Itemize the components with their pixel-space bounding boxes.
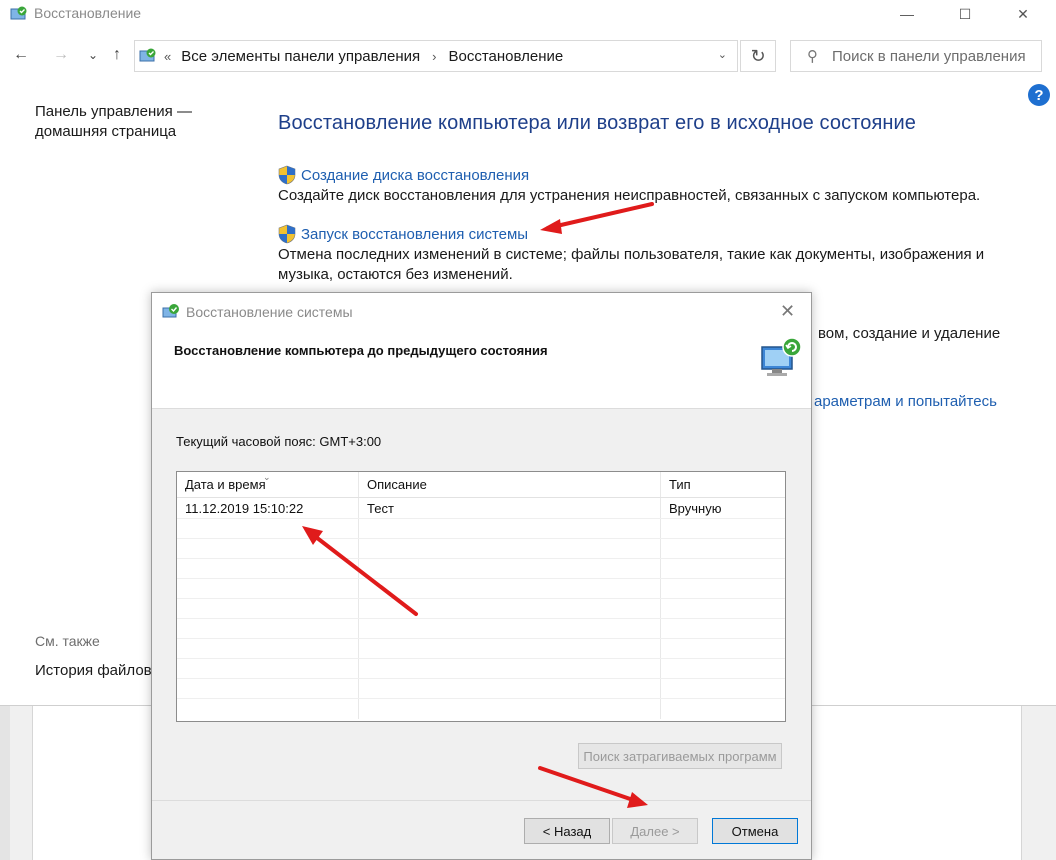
find-affected-programs-button[interactable]: Поиск затрагиваемых программ bbox=[578, 743, 782, 769]
table-row[interactable]: 11.12.2019 15:10:22 Тест Вручную bbox=[177, 498, 785, 519]
breadcrumb-recovery[interactable]: Восстановление bbox=[448, 48, 563, 65]
document-ruler bbox=[0, 706, 10, 860]
dialog-subtitle: Восстановление компьютера до предыдущего… bbox=[174, 343, 548, 358]
search-input[interactable]: ⚲ Поиск в панели управления bbox=[790, 40, 1042, 72]
dialog-title: Восстановление системы bbox=[186, 304, 353, 320]
window-title: Восстановление bbox=[34, 5, 142, 21]
help-icon[interactable]: ? bbox=[1028, 84, 1050, 106]
system-restore-icon bbox=[162, 304, 179, 318]
system-restore-desc-line2: музыка, остаются без изменений. bbox=[278, 266, 513, 283]
forward-arrow-icon[interactable]: → bbox=[48, 42, 74, 68]
empty-row bbox=[177, 619, 785, 639]
address-bar[interactable]: « Все элементы панели управления › Восст… bbox=[134, 40, 738, 72]
recovery-app-icon bbox=[10, 6, 27, 20]
column-header-type[interactable]: Тип bbox=[661, 472, 781, 497]
configure-restore-desc-partial: вом, создание и удаление bbox=[818, 325, 1001, 342]
empty-row bbox=[177, 579, 785, 599]
back-arrow-icon[interactable]: ← bbox=[8, 42, 34, 68]
reset-pc-link-partial[interactable]: араметрам и попытайтесь bbox=[814, 392, 997, 412]
sort-indicator-icon: ⌄ bbox=[263, 472, 271, 482]
control-panel-home-link[interactable]: Панель управления — домашняя страница bbox=[35, 102, 215, 142]
navigation-bar: ← → ⌄ ↑ « Все элементы панели управления… bbox=[0, 36, 1056, 76]
empty-row bbox=[177, 679, 785, 699]
close-button[interactable]: ✕ bbox=[1000, 0, 1046, 28]
empty-row bbox=[177, 519, 785, 539]
create-recovery-drive-desc: Создайте диск восстановления для устране… bbox=[278, 187, 981, 204]
dialog-header: Восстановление системы ✕ Восстановление … bbox=[152, 293, 811, 409]
uac-shield-icon bbox=[278, 224, 296, 244]
system-restore-dialog: Восстановление системы ✕ Восстановление … bbox=[151, 292, 812, 860]
empty-row bbox=[177, 559, 785, 579]
restore-point-date: 11.12.2019 15:10:22 bbox=[177, 498, 359, 518]
search-icon: ⚲ bbox=[807, 48, 818, 65]
empty-row bbox=[177, 539, 785, 559]
maximize-button[interactable]: ☐ bbox=[942, 0, 988, 28]
address-overflow-icon[interactable]: « bbox=[164, 49, 171, 64]
uac-shield-icon bbox=[278, 165, 296, 185]
breadcrumb-all-items[interactable]: Все элементы панели управления bbox=[181, 48, 420, 65]
cancel-button[interactable]: Отмена bbox=[712, 818, 798, 844]
create-recovery-drive-label: Создание диска восстановления bbox=[301, 166, 530, 184]
refresh-icon[interactable]: ↻ bbox=[740, 40, 776, 72]
see-also-label: См. также bbox=[35, 633, 100, 649]
timezone-label: Текущий часовой пояс: GMT+3:00 bbox=[176, 434, 382, 449]
open-system-restore-label: Запуск восстановления системы bbox=[301, 225, 529, 243]
empty-row bbox=[177, 659, 785, 679]
open-system-restore-link[interactable]: Запуск восстановления системы bbox=[278, 224, 528, 244]
empty-row bbox=[177, 599, 785, 619]
column-header-description[interactable]: Описание bbox=[359, 472, 661, 497]
next-button[interactable]: Далее > bbox=[612, 818, 698, 844]
page-title: Восстановление компьютера или возврат ег… bbox=[278, 112, 917, 134]
table-header: Дата и время ⌄ Описание Тип bbox=[177, 472, 785, 498]
back-button[interactable]: < Назад bbox=[524, 818, 610, 844]
search-placeholder: Поиск в панели управления bbox=[832, 47, 1026, 65]
control-panel-icon bbox=[139, 48, 156, 62]
address-dropdown-icon[interactable]: ⌄ bbox=[718, 48, 727, 61]
create-recovery-drive-link[interactable]: Создание диска восстановления bbox=[278, 165, 529, 185]
column-header-date[interactable]: Дата и время ⌄ bbox=[177, 472, 359, 497]
restore-point-type: Вручную bbox=[669, 500, 722, 516]
minimize-button[interactable]: — bbox=[884, 0, 930, 28]
breadcrumb-separator-icon[interactable]: › bbox=[432, 49, 436, 64]
file-history-link[interactable]: История файлов bbox=[35, 662, 152, 679]
restore-point-description: Тест bbox=[359, 498, 661, 518]
empty-row bbox=[177, 699, 785, 719]
title-bar: Восстановление — ☐ ✕ bbox=[0, 0, 1056, 28]
restore-monitor-icon bbox=[761, 337, 802, 376]
dialog-close-icon[interactable]: ✕ bbox=[780, 301, 795, 322]
restore-points-table: Дата и время ⌄ Описание Тип 11.12.2019 1… bbox=[176, 471, 786, 722]
empty-row bbox=[177, 639, 785, 659]
footer-divider bbox=[152, 800, 811, 801]
recent-locations-chevron-icon[interactable]: ⌄ bbox=[80, 42, 106, 68]
system-restore-desc-line1: Отмена последних изменений в системе; фа… bbox=[278, 246, 985, 263]
up-arrow-icon[interactable]: ↑ bbox=[104, 42, 130, 68]
